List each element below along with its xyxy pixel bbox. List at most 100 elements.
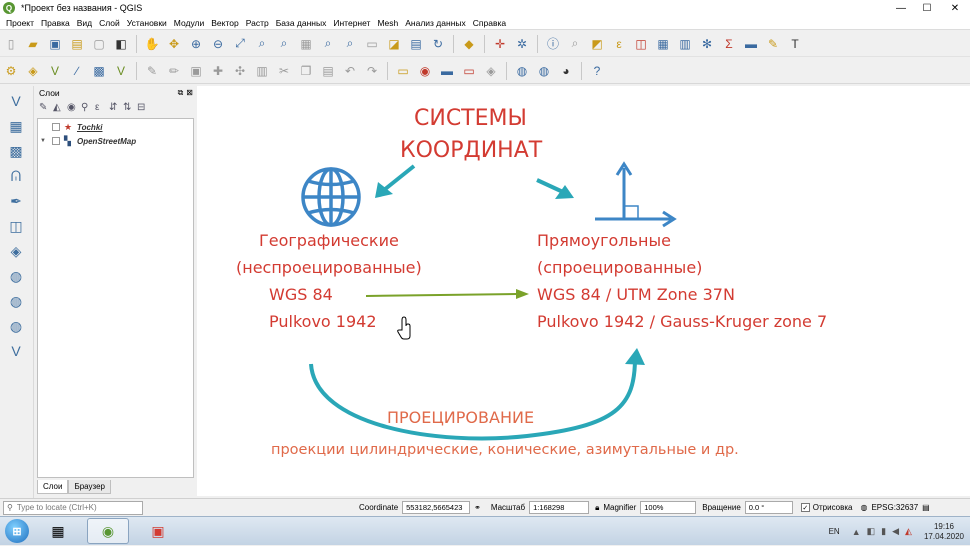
help-icon[interactable]: ? xyxy=(588,62,606,80)
menu-item[interactable]: Вид xyxy=(77,18,92,28)
pan-to-selection-icon[interactable]: ✥ xyxy=(165,35,183,53)
copy-features-icon[interactable]: ❐ xyxy=(297,62,315,80)
add-feature-icon[interactable]: ✚ xyxy=(209,62,227,80)
zoom-full-icon[interactable]: ⤢ xyxy=(231,35,249,53)
label-move-icon[interactable]: ▭ xyxy=(460,62,478,80)
taskbar-calculator-icon[interactable]: ▦ xyxy=(37,518,79,544)
menu-item[interactable]: Справка xyxy=(473,18,506,28)
zoom-out-icon[interactable]: ⊖ xyxy=(209,35,227,53)
label-highlight-icon[interactable]: ▬ xyxy=(438,62,456,80)
toggle-editing-icon[interactable]: ✏ xyxy=(165,62,183,80)
layout-manager-icon[interactable]: ◧ xyxy=(112,35,130,53)
deselect-icon[interactable]: ◫ xyxy=(632,35,650,53)
select-features-icon[interactable]: ◩ xyxy=(588,35,606,53)
zoom-next-icon[interactable]: ⌕ xyxy=(341,35,359,53)
network-icon[interactable]: ▮ xyxy=(881,526,886,537)
menu-item[interactable]: База данных xyxy=(276,18,327,28)
measure-icon[interactable]: ▬ xyxy=(742,35,760,53)
add-virtual-layer-icon[interactable]: V xyxy=(5,341,27,361)
zoom-to-selection-icon[interactable]: ⌕ xyxy=(253,35,271,53)
label-rotate-icon[interactable]: ◈ xyxy=(482,62,500,80)
expand-all-icon[interactable]: ⇵ xyxy=(109,102,123,113)
save-edits-icon[interactable]: ▣ xyxy=(187,62,205,80)
toolbox-gear-icon[interactable]: ✻ xyxy=(698,35,716,53)
close-button[interactable]: ✕ xyxy=(940,0,970,16)
expand-arrow-icon[interactable]: ▼ xyxy=(40,138,48,144)
menu-item[interactable]: Проект xyxy=(6,18,34,28)
volume-icon[interactable]: ◀ xyxy=(892,526,899,537)
style-manager-icon[interactable]: ⚙ xyxy=(2,62,20,80)
add-raster-icon[interactable]: ▩ xyxy=(90,62,108,80)
undo-icon[interactable]: ↶ xyxy=(341,62,359,80)
filter-expression-icon[interactable]: ε xyxy=(95,102,109,113)
add-delimited-text-icon[interactable]: ᕬ xyxy=(5,166,27,186)
web-plugin-icon-1[interactable]: ◍ xyxy=(513,62,531,80)
data-source-manager-icon[interactable]: ◈ xyxy=(24,62,42,80)
statistics-sum-icon[interactable]: Σ xyxy=(720,35,738,53)
label-pin-icon[interactable]: ◉ xyxy=(416,62,434,80)
panel-close-icon[interactable]: ⊠ xyxy=(186,88,193,98)
text-annotation-icon[interactable]: T xyxy=(786,35,804,53)
crs-globe-icon[interactable]: ◍ xyxy=(860,503,867,512)
label-tool-icon[interactable]: ▭ xyxy=(394,62,412,80)
menu-item[interactable]: Установки xyxy=(127,18,167,28)
layer-visibility-checkbox[interactable] xyxy=(52,137,60,145)
redo-icon[interactable]: ↷ xyxy=(363,62,381,80)
select-by-expression-icon[interactable]: ε xyxy=(610,35,628,53)
new-map-view-icon[interactable]: ▭ xyxy=(363,35,381,53)
cut-features-icon[interactable]: ✂ xyxy=(275,62,293,80)
add-vector-layer-icon[interactable]: V xyxy=(5,91,27,111)
maximize-button[interactable]: ☐ xyxy=(914,0,940,16)
add-spatialite-icon[interactable]: ◫ xyxy=(5,216,27,236)
tray-app-icon[interactable]: ◧ xyxy=(867,526,876,537)
georeferencer-icon[interactable]: ✛ xyxy=(491,35,509,53)
paste-features-icon[interactable]: ▤ xyxy=(319,62,337,80)
add-wms-icon[interactable]: V xyxy=(112,62,130,80)
coordinate-field[interactable]: 553182,5665423 xyxy=(402,501,471,514)
web-plugin-icon-2[interactable]: ◍ xyxy=(535,62,553,80)
new-vector-layer-icon[interactable]: V xyxy=(46,62,64,80)
menu-item[interactable]: Модули xyxy=(174,18,204,28)
zoom-to-layer-icon[interactable]: ⌕ xyxy=(275,35,293,53)
attribute-table-icon[interactable]: ▦ xyxy=(654,35,672,53)
zoom-native-icon[interactable]: ▦ xyxy=(297,35,315,53)
new-project-icon[interactable]: ▯ xyxy=(2,35,20,53)
remove-layer-icon[interactable]: ⊟ xyxy=(137,102,151,113)
menu-item[interactable]: Анализ данных xyxy=(405,18,466,28)
map-tips-icon[interactable]: ⌕ xyxy=(566,35,584,53)
locator-search-input[interactable]: ⚲ Type to locate (Ctrl+K) xyxy=(3,500,143,515)
layer-visibility-checkbox[interactable] xyxy=(52,123,60,131)
layer-styling-icon[interactable]: ✎ xyxy=(39,102,53,113)
add-wcs-layer-icon[interactable]: ◍ xyxy=(5,316,27,336)
manage-visibility-icon[interactable]: ◉ xyxy=(67,102,81,113)
panel-float-icon[interactable]: ⧉ xyxy=(178,88,184,98)
new-print-layout-icon[interactable]: ▢ xyxy=(90,35,108,53)
filter-legend-icon[interactable]: ⚲ xyxy=(81,102,95,113)
refresh-icon[interactable]: ↻ xyxy=(429,35,447,53)
identify-icon[interactable]: ⓘ xyxy=(544,35,562,53)
add-raster-layer-icon[interactable]: ▦ xyxy=(5,116,27,136)
zoom-in-icon[interactable]: ⊕ xyxy=(187,35,205,53)
tab-layers[interactable]: Слои xyxy=(37,480,69,494)
menu-item[interactable]: Растр xyxy=(246,18,269,28)
menu-item[interactable]: Интернет xyxy=(333,18,370,28)
web-plugin-icon-3[interactable]: ◕ xyxy=(557,62,575,80)
lock-scale-icon[interactable]: 🔒︎ xyxy=(595,503,599,513)
delete-selected-icon[interactable]: ▥ xyxy=(253,62,271,80)
bookmark-icon[interactable]: ◪ xyxy=(385,35,403,53)
save-project-icon[interactable]: ▣ xyxy=(46,35,64,53)
rotation-field[interactable]: 0.0 ° xyxy=(744,501,793,514)
clock[interactable]: 19:16 17.04.2020 xyxy=(924,522,964,542)
pan-hand-icon[interactable]: ✋ xyxy=(143,35,161,53)
add-mesh-layer-icon[interactable]: ▩ xyxy=(5,141,27,161)
layer-row-tochki[interactable]: ★ Tochki xyxy=(38,121,193,133)
taskbar-qgis-icon[interactable]: ◉ xyxy=(87,518,129,544)
language-indicator[interactable]: EN xyxy=(829,527,840,536)
add-group-icon[interactable]: ◭ xyxy=(53,102,67,113)
open-project-icon[interactable]: ▰ xyxy=(24,35,42,53)
field-calculator-icon[interactable]: ▥ xyxy=(676,35,694,53)
start-button[interactable]: ⊞ xyxy=(5,519,29,543)
tab-browser[interactable]: Браузер xyxy=(68,480,111,494)
collapse-all-icon[interactable]: ⇅ xyxy=(123,102,137,113)
current-edits-icon[interactable]: ✎ xyxy=(143,62,161,80)
